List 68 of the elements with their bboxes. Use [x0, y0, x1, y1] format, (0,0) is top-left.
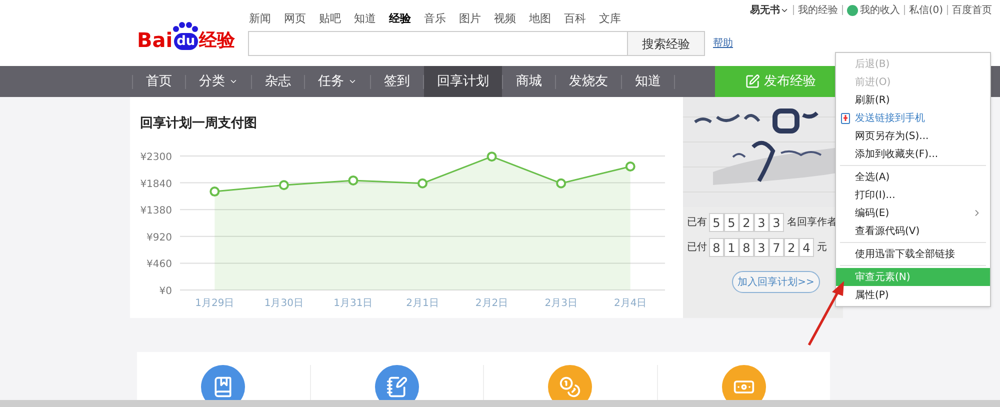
menu-item[interactable]: 属性(P) [836, 286, 990, 304]
axis-label: ¥920 [146, 232, 172, 244]
chart-title: 回享计划一周支付图 [140, 114, 258, 133]
channel-link[interactable]: 经验 [389, 11, 411, 31]
counter-label: 已有 [687, 216, 707, 230]
nav-tab[interactable]: 发烧友 [556, 66, 621, 97]
axis-label: ¥2300 [140, 152, 172, 163]
counter-digit: 8 [739, 238, 754, 257]
axis-label: 1月30日 [264, 298, 304, 309]
menu-item[interactable]: 编码(E) [836, 204, 990, 222]
counter-digit: 3 [754, 213, 769, 232]
menu-item[interactable]: 使用迅雷下载全部链接 [836, 245, 990, 263]
axis-label: 1月31日 [334, 298, 373, 309]
channel-link[interactable]: 网页 [284, 11, 306, 31]
menu-item[interactable]: 打印(I)... [836, 186, 990, 204]
nav-tab[interactable]: 商城 [503, 66, 555, 97]
header-link[interactable]: 百度首页 [952, 3, 992, 18]
channel-link[interactable]: 地图 [529, 11, 551, 31]
logo: Bai du 经验 [137, 16, 236, 50]
header-link[interactable]: 我的经验 [798, 3, 838, 18]
menu-item[interactable]: 发送链接到手机 [836, 109, 990, 127]
axis-label: ¥460 [146, 259, 172, 270]
counter-digit: 5 [709, 213, 724, 232]
nav-tab[interactable]: 签到 [371, 66, 423, 97]
header-link[interactable]: 私信(0) [908, 3, 943, 18]
axis-label: 1月29日 [195, 298, 234, 309]
counter-digit: 2 [784, 238, 799, 257]
counter-digit: 2 [739, 213, 754, 232]
counter-label: 名回享作者 [787, 216, 837, 230]
counter-label: 元 [817, 241, 827, 255]
counter-digit: 3 [754, 238, 769, 257]
search-button[interactable]: 搜索经验 [628, 31, 705, 56]
counter-digit: 1 [724, 238, 739, 257]
counter-label: 已付 [687, 241, 707, 255]
menu-item[interactable]: 网页另存为(S)... [836, 127, 990, 145]
channel-link[interactable]: 知道 [354, 11, 376, 31]
nav-tab[interactable]: 杂志 [252, 66, 304, 97]
menu-item[interactable]: 查看源代码(V) [836, 222, 990, 240]
channel-link[interactable]: 视频 [494, 11, 516, 31]
channel-link[interactable]: 百科 [564, 11, 586, 31]
nav-tab[interactable]: 任务 [305, 66, 370, 97]
counter-digit: 7 [769, 238, 784, 257]
axis-label: ¥0 [159, 286, 172, 297]
nav-tab[interactable]: 回享计划 [424, 66, 502, 97]
axis-label: 2月1日 [406, 298, 439, 309]
axis-label: ¥1840 [140, 178, 172, 190]
menu-item[interactable]: 添加到收藏夹(F)... [836, 145, 990, 163]
channel-link[interactable]: 贴吧 [319, 11, 341, 31]
axis-label: 2月3日 [544, 298, 578, 309]
income-link[interactable]: 我的收入 [846, 3, 900, 18]
axis-label: ¥1380 [140, 206, 172, 217]
help-link[interactable]: 帮助 [713, 36, 733, 51]
axis-label: 2月2日 [475, 298, 508, 309]
channel-link[interactable]: 新闻 [249, 11, 271, 31]
user-menu[interactable]: 易无书 [750, 3, 789, 18]
nav-tab[interactable]: 知道 [622, 66, 674, 97]
channel-link[interactable]: 图片 [459, 11, 481, 31]
counter-digit: 4 [799, 238, 814, 257]
join-button[interactable]: 加入回享计划>> [732, 271, 820, 293]
channel-link[interactable]: 文库 [599, 11, 621, 31]
axis-label: 2月4日 [614, 298, 647, 309]
counter-digit: 8 [709, 238, 724, 257]
counter-digit: 5 [724, 213, 739, 232]
nav-tab[interactable]: 分类 [186, 66, 251, 97]
channel-link[interactable]: 音乐 [424, 11, 446, 31]
counter-digit: 3 [769, 213, 784, 232]
nav-tab[interactable]: 首页 [133, 66, 185, 97]
menu-item[interactable]: 全选(A) [836, 168, 990, 186]
